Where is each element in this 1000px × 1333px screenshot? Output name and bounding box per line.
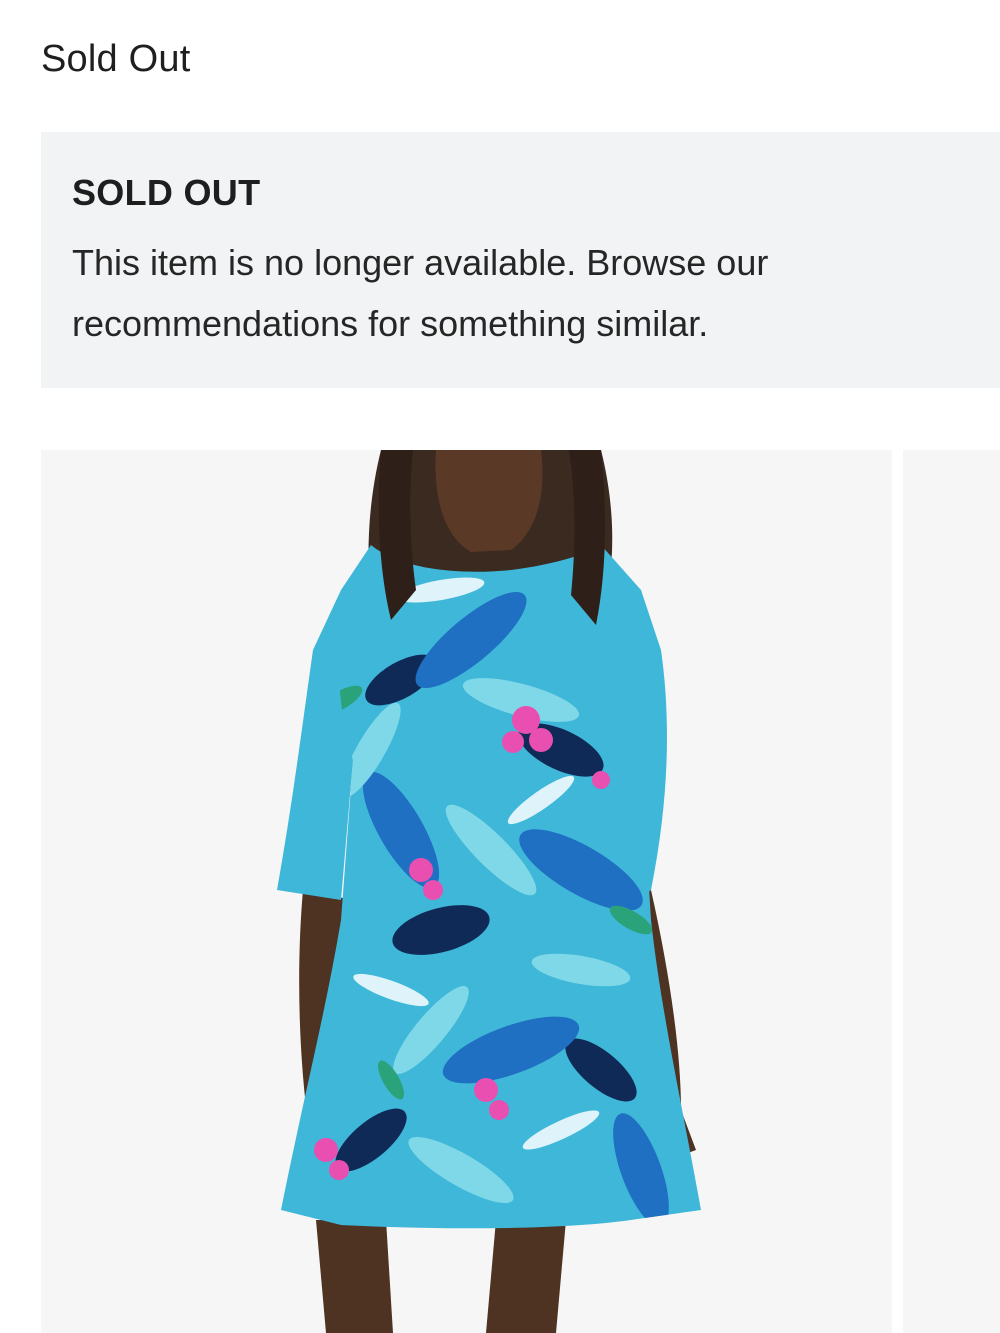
dress-model-illustration bbox=[277, 450, 701, 1333]
product-photo[interactable] bbox=[41, 450, 892, 1333]
notice-message: This item is no longer available. Browse… bbox=[72, 242, 769, 344]
notice-title: SOLD OUT bbox=[72, 172, 261, 213]
sold-out-notice: SOLD OUT This item is no longer availabl… bbox=[41, 132, 1000, 388]
product-photo-next[interactable] bbox=[903, 450, 1000, 1333]
left-leg bbox=[316, 1220, 393, 1333]
page-title: Sold Out bbox=[41, 38, 191, 80]
product-image-carousel[interactable] bbox=[41, 450, 1000, 1333]
right-leg bbox=[486, 1220, 566, 1333]
